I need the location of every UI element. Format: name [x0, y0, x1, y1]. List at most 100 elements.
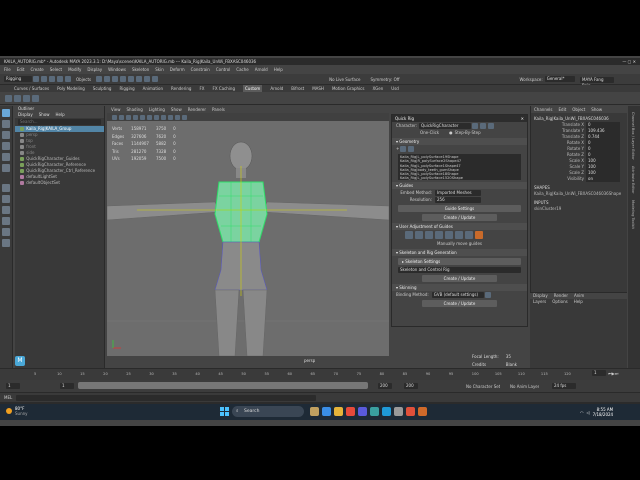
range-end-field[interactable]: 200: [404, 383, 418, 389]
shelf-tab-rendering[interactable]: Rendering: [171, 85, 191, 92]
geometry-section-header[interactable]: ▾ Geometry: [392, 138, 527, 145]
live-surface-label[interactable]: No Live Surface: [329, 77, 360, 82]
app-icon[interactable]: [393, 407, 403, 416]
app-icon[interactable]: [417, 407, 427, 416]
resolution-dropdown[interactable]: 256: [435, 196, 481, 203]
mirror-left-icon[interactable]: [405, 231, 413, 239]
clear-geometry-icon[interactable]: [408, 145, 415, 152]
shelf-tab-animation[interactable]: Animation: [143, 85, 163, 92]
select-object-icon[interactable]: [104, 76, 111, 82]
anim-layer-dropdown[interactable]: No Anim Layer: [510, 384, 539, 389]
open-scene-icon[interactable]: [41, 76, 47, 82]
range-start-field[interactable]: 1: [6, 383, 20, 389]
redo-icon[interactable]: [65, 76, 71, 82]
windows-start-icon[interactable]: [220, 407, 229, 416]
layout-graph-icon[interactable]: [2, 228, 10, 236]
shelf-tab-xgen[interactable]: XGen: [372, 85, 383, 92]
create-update-guides-button[interactable]: Create / Update: [422, 214, 497, 221]
select-geometry-icon[interactable]: [400, 145, 407, 152]
shelf-tool-icon[interactable]: [23, 94, 30, 102]
new-scene-icon[interactable]: [33, 76, 39, 82]
store-icon[interactable]: [357, 407, 367, 416]
cb-menu-channels[interactable]: Channels: [534, 106, 553, 113]
rotate-tool-icon[interactable]: [2, 153, 10, 161]
shelf-tab-mash[interactable]: MASH: [312, 85, 324, 92]
menu-create[interactable]: Create: [30, 66, 43, 74]
menu-display[interactable]: Display: [87, 66, 102, 74]
menuset-dropdown[interactable]: Rigging: [4, 76, 32, 82]
app-icon[interactable]: [369, 407, 379, 416]
layout-side-icon[interactable]: [2, 206, 10, 214]
shelf-tab-rigging[interactable]: Rigging: [119, 85, 134, 92]
menu-select[interactable]: Select: [50, 66, 62, 74]
options-icon[interactable]: [488, 122, 495, 129]
widgets-icon[interactable]: [309, 407, 319, 416]
show-guides-icon[interactable]: [445, 231, 453, 239]
menu-deform[interactable]: Deform: [170, 66, 185, 74]
range-slider[interactable]: [78, 382, 368, 389]
mirror-right-icon[interactable]: [415, 231, 423, 239]
snap-grid-icon[interactable]: [120, 76, 127, 82]
select-hierarchy-icon[interactable]: [96, 76, 103, 82]
shelf-tab-bifrost[interactable]: Bifrost: [291, 85, 304, 92]
list-item[interactable]: Kaila_Rig|L_polySurface1520Shape: [400, 176, 519, 180]
add-geometry-icon[interactable]: +: [396, 145, 399, 152]
objects-mode-label[interactable]: Objects: [76, 77, 91, 82]
shelf-tab-usd[interactable]: Usd: [391, 85, 399, 92]
file-explorer-icon[interactable]: [333, 407, 343, 416]
center-guides-icon[interactable]: [435, 231, 443, 239]
layout-outliner-icon[interactable]: [2, 217, 10, 225]
camera-attr-icon[interactable]: [112, 114, 117, 120]
vp-menu-shading[interactable]: Shading: [127, 106, 143, 113]
shape-node-name[interactable]: Kaila_Rig|Kaila_UnWi_FBXASC046036Shape: [531, 191, 627, 197]
close-icon[interactable]: ✕: [521, 115, 524, 122]
bookmark-icon[interactable]: [119, 114, 124, 120]
shelf-tab-fx-caching[interactable]: FX Caching: [213, 85, 235, 92]
vp-menu-view[interactable]: View: [111, 106, 121, 113]
outliner-menu-display[interactable]: Display: [18, 112, 33, 118]
grid-icon[interactable]: [133, 114, 138, 120]
menu-cache[interactable]: Cache: [236, 66, 248, 74]
reset-guides-icon[interactable]: [465, 231, 473, 239]
shelf-tab-custom[interactable]: Custom: [243, 85, 263, 92]
side-tab-attribute-editor[interactable]: Attribute Editor: [631, 166, 635, 194]
wireframe-icon[interactable]: [140, 114, 145, 120]
chrome-icon[interactable]: [345, 407, 355, 416]
workspace-dropdown[interactable]: General*: [544, 76, 575, 82]
delete-guides-icon[interactable]: [475, 231, 483, 239]
go-end-icon[interactable]: ⏭: [615, 371, 619, 376]
vp-menu-lighting[interactable]: Lighting: [149, 106, 165, 113]
lights-icon[interactable]: [161, 114, 166, 120]
lasso-tool-icon[interactable]: [2, 120, 10, 128]
select-component-icon[interactable]: [112, 76, 119, 82]
layer-menu-layers[interactable]: Layers: [533, 299, 546, 305]
current-frame-field[interactable]: 1: [592, 370, 606, 376]
outliner-item[interactable]: defaultObjectSet: [15, 180, 104, 186]
layout-node-icon[interactable]: [2, 239, 10, 247]
snap-point-icon[interactable]: [136, 76, 143, 82]
delete-character-icon[interactable]: [480, 122, 487, 129]
shelf-tab-arnold[interactable]: Arnold: [270, 85, 283, 92]
menu-constrain[interactable]: Constrain: [191, 66, 210, 74]
shelf-tool-icon[interactable]: [5, 94, 12, 102]
outliner-menu-help[interactable]: Help: [56, 112, 65, 118]
skeleton-section-header[interactable]: ▾ Skeleton and Rig Generation: [392, 249, 527, 256]
side-tab-channel-box[interactable]: Channel Box / Layer Editor: [631, 112, 635, 160]
obs-icon[interactable]: [405, 407, 415, 416]
side-tab-modeling-toolkit[interactable]: Modeling Toolkit: [631, 200, 635, 229]
menu-skeleton[interactable]: Skeleton: [132, 66, 149, 74]
window-controls[interactable]: — ▢ ✕: [622, 58, 636, 65]
shelf-tool-icon[interactable]: [14, 94, 21, 102]
wifi-icon[interactable]: ◠: [580, 410, 584, 415]
menu-modify[interactable]: Modify: [68, 66, 81, 74]
layout-single-icon[interactable]: [2, 184, 10, 192]
save-scene-icon[interactable]: [49, 76, 55, 82]
clock[interactable]: 8:55 AM 7/18/2024: [593, 407, 614, 417]
weather-widget[interactable]: 80°F Sunny: [6, 406, 28, 416]
input-node-name[interactable]: skinCluster19: [531, 206, 627, 212]
skeleton-rig-dropdown[interactable]: Skeleton and Control Rig: [398, 267, 521, 273]
create-update-skeleton-button[interactable]: Create / Update: [422, 275, 497, 282]
outliner-menu-show[interactable]: Show: [39, 112, 50, 118]
geometry-list[interactable]: Kaila_Rig|L_polySurface19Shape Kaila_Rig…: [398, 154, 521, 180]
move-tool-icon[interactable]: [2, 142, 10, 150]
